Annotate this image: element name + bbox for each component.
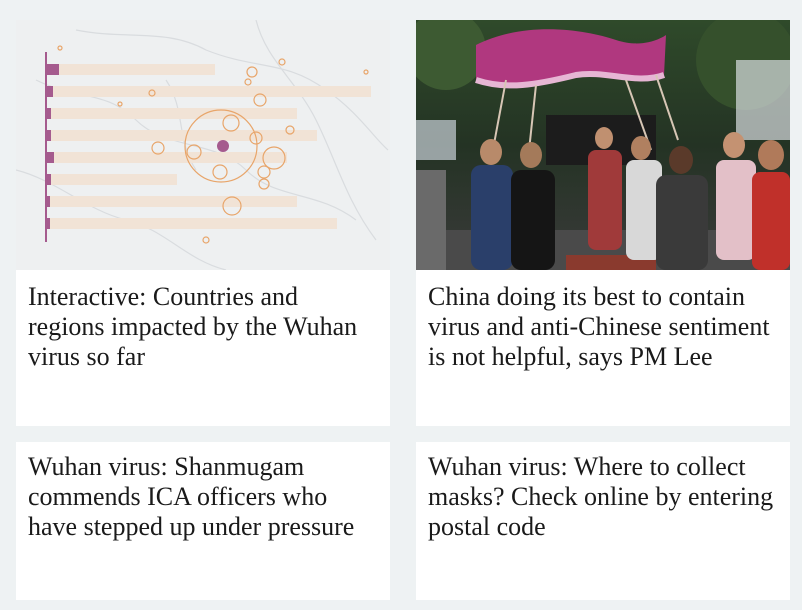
article-title[interactable]: China doing its best to contain virus an…: [428, 282, 778, 372]
article-title[interactable]: Wuhan virus: Where to collect masks? Che…: [428, 452, 778, 542]
article-card-pm-lee[interactable]: China doing its best to contain virus an…: [416, 20, 790, 426]
infographic-map-thumbnail[interactable]: [16, 20, 390, 270]
article-thumbnail-photo[interactable]: [416, 20, 790, 270]
article-card-masks[interactable]: Wuhan virus: Where to collect masks? Che…: [416, 442, 790, 600]
article-title[interactable]: Wuhan virus: Shanmugam commends ICA offi…: [28, 452, 378, 542]
dragon-dance-photo-icon: [416, 20, 790, 270]
article-title[interactable]: Interactive: Countries and regions impac…: [28, 282, 378, 372]
map-chart-icon: [16, 20, 390, 270]
article-card-shanmugam[interactable]: Wuhan virus: Shanmugam commends ICA offi…: [16, 442, 390, 600]
article-card-interactive-map[interactable]: Interactive: Countries and regions impac…: [16, 20, 390, 426]
